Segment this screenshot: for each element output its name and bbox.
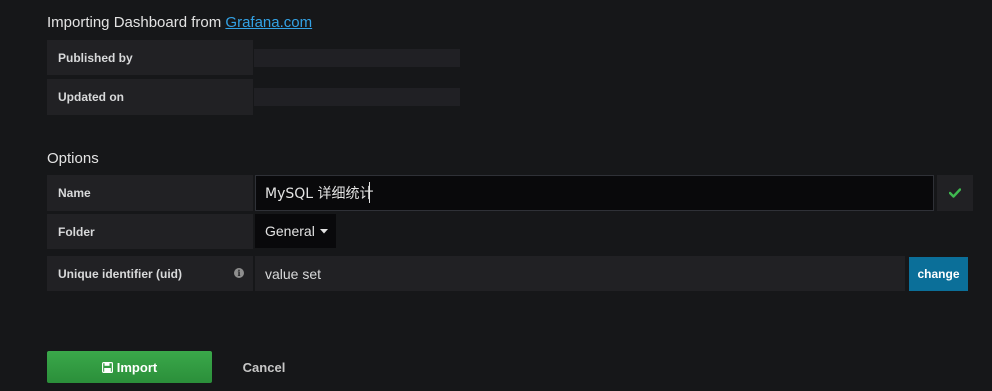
- save-icon: [101, 361, 113, 373]
- published-by-value: [254, 49, 460, 67]
- change-uid-button[interactable]: change: [909, 257, 968, 291]
- import-button[interactable]: Import: [47, 351, 212, 383]
- grafana-com-link[interactable]: Grafana.com: [225, 14, 312, 31]
- check-icon: [949, 188, 961, 198]
- folder-label: Folder: [47, 214, 253, 249]
- uid-label: Unique identifier (uid): [47, 256, 253, 291]
- caret-down-icon: [319, 228, 328, 233]
- options-section-title: Options: [47, 150, 99, 167]
- page-title-text: Importing Dashboard from: [47, 14, 222, 31]
- name-valid-indicator: [937, 175, 973, 211]
- folder-selected-value: General: [265, 223, 315, 239]
- cancel-button[interactable]: Cancel: [229, 351, 299, 383]
- published-by-label: Published by: [47, 40, 253, 75]
- text-cursor: [369, 182, 370, 203]
- updated-on-label: Updated on: [47, 79, 253, 115]
- page-title: Importing Dashboard from Grafana.com: [47, 14, 312, 31]
- name-label: Name: [47, 175, 253, 211]
- name-input[interactable]: [255, 175, 934, 211]
- uid-value: value set: [255, 256, 905, 291]
- updated-on-value: [254, 88, 460, 106]
- info-icon[interactable]: i: [234, 268, 244, 278]
- import-dashboard-page: Importing Dashboard from Grafana.com Pub…: [0, 0, 992, 391]
- import-button-label: Import: [116, 359, 158, 375]
- folder-select[interactable]: General: [255, 214, 336, 248]
- uid-label-text: Unique identifier (uid): [58, 266, 182, 281]
